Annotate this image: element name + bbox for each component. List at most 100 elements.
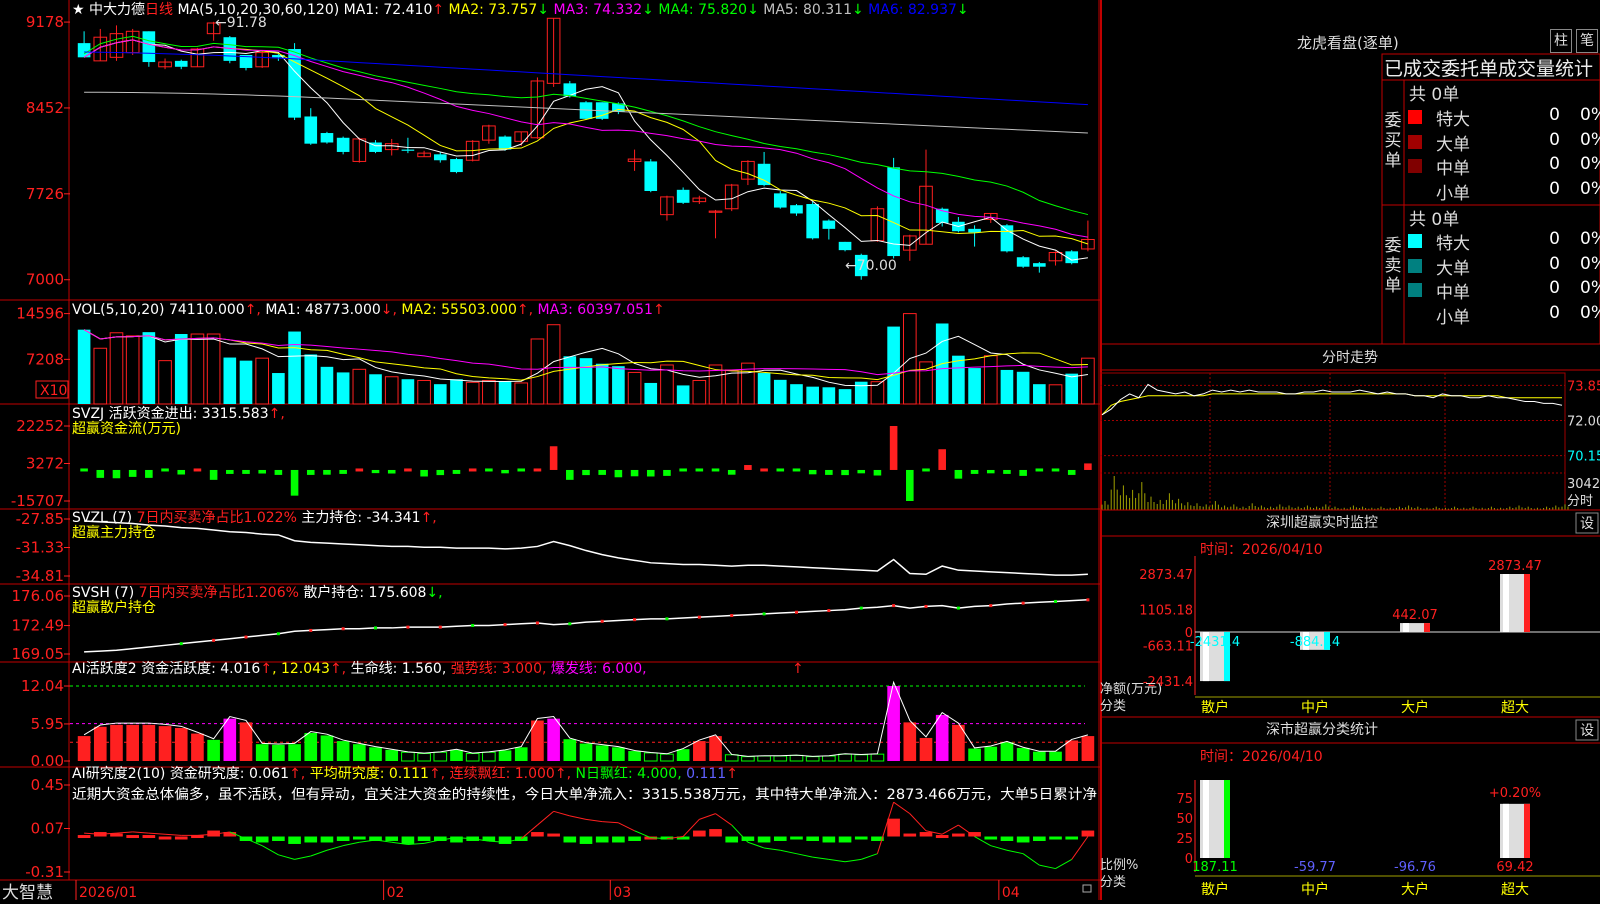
ma-arrow: ↓	[747, 2, 763, 18]
candle-body-down	[320, 133, 334, 143]
volume-bar-down	[773, 379, 787, 404]
sz-class-settings-label: 设	[1580, 723, 1594, 739]
sell-order-type-label: 特大	[1436, 234, 1470, 254]
sz-class-category: 散户	[1201, 881, 1229, 898]
ma1-line	[83, 39, 1088, 261]
research-bar	[174, 836, 188, 840]
retail-holding-dot	[600, 619, 604, 623]
kline-chart-area[interactable]: 9178 8452 7726 7000 ★ 中大力德日线 MA(5,10,20,30,6…	[0, 0, 1100, 903]
buy-order-type-label: 特大	[1436, 110, 1470, 130]
buy-order-row: 中单 0 0%	[1408, 154, 1600, 179]
buy-order-pct: 0%	[1580, 129, 1600, 150]
volume-bar-down	[838, 389, 852, 404]
fund-flow-bar	[306, 469, 315, 475]
activity-bar-hollow	[401, 751, 415, 762]
tick-view-button[interactable]: 笔	[1576, 29, 1598, 53]
ma-arrow: ↓	[852, 2, 868, 18]
fund-flow-bar	[177, 469, 186, 475]
retail-holding-dot	[535, 621, 539, 625]
fund-flow-bar	[986, 469, 995, 474]
volume-bar-up	[255, 357, 270, 405]
fund-flow-bar	[420, 469, 428, 477]
sell-orders-label: 委卖单	[1384, 236, 1402, 296]
sell-order-color-swatch	[1408, 234, 1422, 248]
sz-class-axis-label: 75	[1176, 792, 1193, 807]
ma4-line	[83, 35, 1089, 216]
volume-bar-up	[692, 379, 707, 405]
fund-flow-bar	[517, 468, 526, 472]
activity-bar	[935, 714, 949, 761]
column-view-button[interactable]: 柱	[1550, 29, 1572, 53]
activity-bar-hollow	[724, 754, 739, 762]
svzl-header: SVZL (7) 7日内买卖净占比1.022% 主力持仓: -34.341↑,	[72, 510, 437, 526]
volume-header: VOL(5,10,20) 74110.000↑, MA1: 48773.000↓…	[72, 302, 665, 318]
sz-monitor-bar-edge	[1424, 623, 1430, 632]
research-bar	[450, 836, 463, 843]
fund-flow-bar	[695, 468, 704, 472]
research-bar	[320, 836, 334, 843]
ai1-v1: 资金活跃度: 4.016	[141, 661, 260, 677]
sz-class-title: 深市超赢分类统计	[1266, 721, 1378, 738]
ai2-v4: N日飘红: 4.000,	[575, 766, 686, 782]
buy-order-row: 小单 0 0%	[1408, 178, 1600, 204]
research-line-segment	[1055, 858, 1072, 870]
research-line-segment	[861, 853, 878, 860]
main-chart-svg[interactable]: 9178 8452 7726 7000 ★ 中大力德日线 MA(5,10,20,30,6…	[0, 0, 1100, 901]
fund-flow-bar	[387, 469, 396, 474]
volume-bar-down	[563, 356, 577, 404]
buy-order-row: 大单 0 0%	[1408, 129, 1600, 155]
volume-bar-up	[482, 379, 496, 405]
y-axis-label: -31.33	[16, 539, 64, 557]
activity-bar-hollow	[741, 756, 755, 762]
sz-class-bar-shine	[1503, 803, 1509, 858]
research-line-segment	[553, 810, 570, 817]
activity-bar	[239, 722, 253, 761]
candle-body-down	[838, 241, 852, 251]
activity-bar	[255, 744, 269, 761]
vol-ma-value: MA1: 48773.000	[265, 302, 380, 318]
ma-header: ★ 中大力德日线 MA(5,10,20,30,60,120) MA1: 72.4…	[72, 2, 969, 18]
y-axis-label: 7000	[26, 271, 64, 289]
y-axis-label: 9178	[26, 13, 64, 31]
activity-bar	[676, 749, 690, 761]
buy-order-pct: 0%	[1580, 178, 1600, 199]
sell-order-row: 大单 0 0%	[1408, 254, 1600, 279]
sz-monitor-value: -2431.4	[1190, 635, 1240, 650]
ai2-v1: 资金研究度: 0.061	[170, 766, 289, 782]
activity-bar	[336, 741, 350, 761]
activity-bar	[174, 727, 188, 761]
research-line-segment	[569, 815, 587, 820]
activity-bar	[1016, 747, 1030, 761]
buy-order-type-label: 中单	[1436, 159, 1470, 179]
volume-value: 74110.000	[169, 302, 245, 318]
ai2-commentary: 近期大资金总体偏多，虽不活跃，但有异动，宜关注大资金的持续性，今日大单净流入：3…	[72, 786, 1097, 803]
activity-bar	[612, 747, 625, 761]
sz-class-category: 中户	[1301, 881, 1329, 898]
y-axis-label: 169.05	[12, 645, 65, 663]
candle-body-down	[1033, 263, 1046, 267]
y-axis-label: -27.85	[16, 510, 64, 528]
sz-monitor-settings-label: 设	[1580, 516, 1594, 532]
research-bar	[336, 836, 350, 841]
ai2-arrow: ↑,	[429, 766, 450, 782]
sz-monitor-cat-label: 分类	[1100, 699, 1126, 714]
y-axis-label: 3272	[26, 455, 64, 473]
retail-holding-dot	[471, 623, 475, 627]
svzj-value: 活跃资金进出: 3315.583	[109, 406, 269, 422]
ai2-arrow: ↑,	[289, 766, 310, 782]
fund-flow-bar	[1019, 469, 1027, 476]
retail-holding-dot	[924, 604, 928, 608]
research-bar	[1033, 836, 1046, 841]
activity-bar	[628, 751, 641, 761]
volume-bar-down	[320, 366, 334, 404]
volume-bar-down	[968, 368, 981, 404]
volume-bar-down	[644, 382, 658, 404]
fund-flow-bar	[274, 469, 283, 475]
activity-bar	[514, 747, 528, 761]
retail-holding-dot	[1086, 598, 1090, 602]
research-bar	[595, 836, 609, 843]
research-bar	[612, 836, 625, 843]
activity-bar	[595, 745, 609, 761]
y-axis-label: 22252	[16, 417, 64, 435]
y-axis-label: 0.07	[31, 820, 64, 838]
